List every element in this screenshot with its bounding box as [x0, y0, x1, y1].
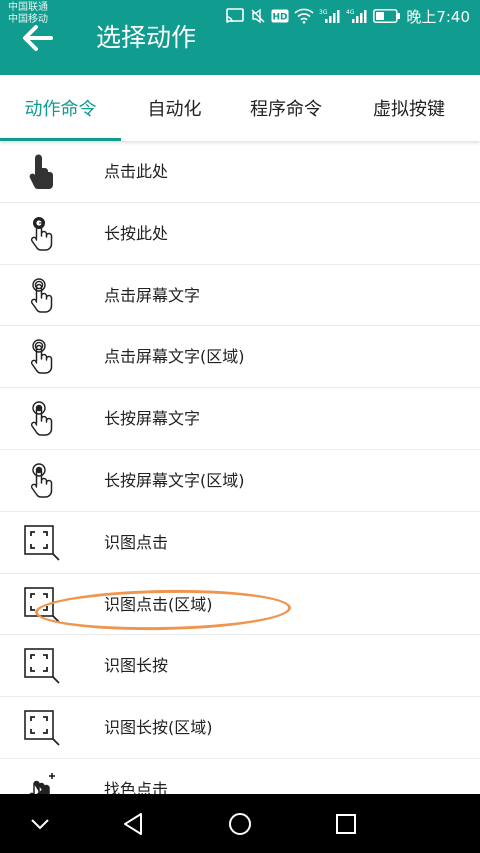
recents-square-icon	[336, 814, 356, 834]
active-tab-indicator	[0, 138, 121, 141]
tab-action-commands[interactable]: 动作命令	[0, 75, 121, 141]
action-label: 点击屏幕文字	[104, 285, 201, 305]
action-label: 长按屏幕文字	[104, 409, 201, 429]
page-title: 选择动作	[96, 23, 197, 52]
action-item-image-tap[interactable]: 识图点击	[0, 512, 480, 574]
color-tap-icon	[23, 771, 61, 794]
clock: 晚上7:40	[406, 7, 470, 26]
nav-recents-button[interactable]	[326, 804, 366, 844]
action-item-image-tap-region[interactable]: 识图点击(区域)	[0, 574, 480, 636]
mute-icon	[250, 8, 266, 24]
tap-text-region-icon	[23, 338, 61, 376]
action-item-image-long-press-region[interactable]: 识图长按(区域)	[0, 697, 480, 759]
svg-text:4G: 4G	[346, 9, 355, 16]
tap-here-icon	[23, 153, 61, 191]
nav-back-button[interactable]	[113, 804, 153, 844]
action-label: 识图点击	[104, 532, 169, 552]
long-press-here-icon	[23, 215, 61, 253]
cast-icon	[225, 8, 245, 24]
signal-3g-icon: 3G	[319, 8, 341, 24]
image-scan-icon	[23, 709, 61, 747]
tap-text-icon	[23, 277, 61, 315]
status-icons: HD 3G 4G 晚上7:40	[225, 5, 470, 27]
tab-program-commands[interactable]: 程序命令	[228, 75, 344, 141]
action-label: 点击屏幕文字(区域)	[104, 347, 245, 367]
screen: 中国联通 中国移动 HD 3G 4G 晚上7:40 选择动作 动作命令 自动化 …	[0, 0, 480, 853]
home-circle-icon	[229, 813, 251, 835]
svg-text:3G: 3G	[319, 9, 328, 16]
action-item-tap-screen-text-region[interactable]: 点击屏幕文字(区域)	[0, 326, 480, 389]
nav-collapse-button[interactable]	[20, 804, 60, 844]
action-item-long-press-screen-text-region[interactable]: 长按屏幕文字(区域)	[0, 450, 480, 512]
action-label: 点击此处	[104, 162, 169, 181]
action-list: 点击此处 长按此处 点击屏幕文字 点击屏幕文字(区域) 长按屏幕文字 长按屏幕文…	[0, 141, 480, 794]
tab-automation[interactable]: 自动化	[121, 75, 228, 141]
action-label: 长按此处	[104, 223, 169, 243]
back-triangle-icon	[124, 813, 142, 835]
chevron-down-icon	[31, 819, 49, 830]
action-item-tap-here[interactable]: 点击此处	[0, 141, 480, 203]
action-label: 识图长按	[104, 656, 169, 676]
action-item-image-long-press[interactable]: 识图长按	[0, 635, 480, 698]
tab-bar: 动作命令 自动化 程序命令 虚拟按键	[0, 75, 480, 141]
svg-text:HD: HD	[273, 13, 288, 23]
long-press-text-region-icon	[23, 462, 61, 500]
carrier-1: 中国联通	[8, 2, 48, 13]
hd-icon: HD	[271, 9, 289, 23]
image-scan-icon	[23, 647, 61, 685]
tab-virtual-keys[interactable]: 虚拟按键	[344, 75, 474, 141]
wifi-icon	[294, 8, 314, 24]
action-label: 识图长按(区域)	[104, 718, 213, 738]
arrow-left-icon	[23, 25, 53, 51]
nav-home-button[interactable]	[220, 804, 260, 844]
action-label: 长按屏幕文字(区域)	[104, 470, 245, 490]
action-item-long-press-screen-text[interactable]: 长按屏幕文字	[0, 388, 480, 450]
action-item-color-tap[interactable]: 找色点击	[0, 759, 480, 794]
action-item-tap-screen-text[interactable]: 点击屏幕文字	[0, 265, 480, 327]
back-button[interactable]	[20, 20, 56, 56]
battery-icon	[373, 9, 401, 23]
long-press-text-icon	[23, 400, 61, 438]
app-header: 中国联通 中国移动 HD 3G 4G 晚上7:40 选择动作	[0, 0, 480, 75]
image-scan-icon	[23, 586, 61, 624]
action-label: 识图点击(区域)	[104, 594, 213, 614]
system-nav-bar	[0, 794, 480, 853]
signal-4g-icon: 4G	[346, 8, 368, 24]
action-item-long-press-here[interactable]: 长按此处	[0, 203, 480, 265]
action-label: 找色点击	[104, 779, 169, 794]
image-scan-icon	[23, 524, 61, 562]
